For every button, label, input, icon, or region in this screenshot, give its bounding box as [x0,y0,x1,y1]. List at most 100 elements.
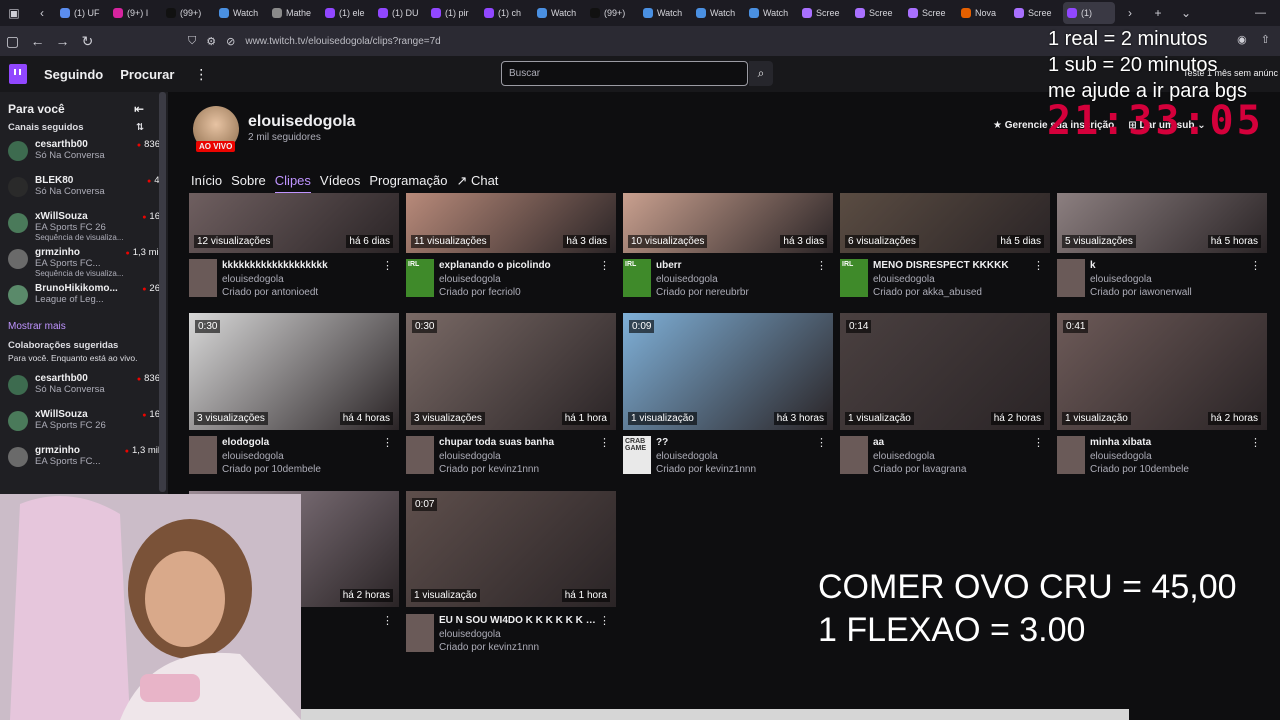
game-box-art[interactable]: IRL [406,259,434,297]
clip-meta: kkkkkkkkkkkkkkkkkkk ⋮ elouisedogola Criado … [189,256,399,302]
clip-views: 1 visualização [845,412,914,425]
clip-more-icon[interactable]: ⋮ [1033,436,1044,449]
clip-more-icon[interactable]: ⋮ [599,614,610,627]
clip-channel[interactable]: elouisedogola [439,629,501,640]
game-box-art[interactable] [1057,259,1085,297]
clip-thumbnail[interactable]: 0:14 1 visualização há 2 horas [840,313,1050,430]
clip-meta: elodogola ⋮ elouisedogola Criado por 10demb… [189,433,399,479]
clip-card[interactable]: 0:07 1 visualização há 1 hora EU N SOU WI4D… [406,491,616,657]
clip-channel[interactable]: elouisedogola [1090,274,1152,285]
clip-creator: Criado por lavagrana [873,464,967,475]
clip-thumbnail[interactable]: 10 visualizações há 3 dias [623,193,833,253]
clip-title[interactable]: minha xibata [1090,437,1250,448]
horizontal-scrollbar[interactable] [301,709,1129,720]
clip-more-icon[interactable]: ⋮ [1250,259,1261,272]
clip-thumbnail[interactable]: 0:30 3 visualizações há 1 hora [406,313,616,430]
clip-age: há 1 hora [561,589,610,602]
clip-views: 6 visualizações [845,235,919,248]
clip-creator: Criado por 10dembele [222,464,321,475]
game-box-art[interactable]: CRAB GAME [623,436,651,474]
clip-more-icon[interactable]: ⋮ [1250,436,1261,449]
clip-title[interactable]: uberr [656,260,816,271]
clip-meta: chupar toda suas banha ⋮ elouisedogola Cria… [406,433,616,479]
clip-age: há 5 dias [997,235,1044,248]
clip-more-icon[interactable]: ⋮ [816,259,827,272]
clip-creator: Criado por iawonerwall [1090,287,1192,298]
game-box-art[interactable] [1057,436,1085,474]
clip-meta: IRL MENÓ DISRESPECT KKKKK ⋮ elouisedogola Cr… [840,256,1050,302]
clip-channel[interactable]: elouisedogola [439,274,501,285]
clip-creator: Criado por kevinz1nnn [656,464,757,475]
clip-title[interactable]: aa [873,437,1033,448]
clip-thumbnail[interactable]: 11 visualizações há 3 dias [406,193,616,253]
clip-card[interactable]: 10 visualizações há 3 dias IRL uberr ⋮ elouis… [623,193,833,302]
clip-creator: Criado por kevinz1nnn [439,464,540,475]
game-name: CRAB GAME [625,438,646,452]
clip-title[interactable]: MENÓ DISRESPECT KKKKK [873,260,1033,271]
game-box-art[interactable]: IRL [623,259,651,297]
clip-views: 1 visualização [411,589,480,602]
clip-channel[interactable]: elouisedogola [656,451,718,462]
clip-card[interactable]: 0:09 1 visualização há 3 horas CRAB GAME?? ⋮… [623,313,833,479]
game-box-art[interactable] [406,614,434,652]
clip-more-icon[interactable]: ⋮ [382,614,393,627]
clip-age: há 3 dias [780,235,827,248]
clip-channel[interactable]: elouisedogola [656,274,718,285]
clip-more-icon[interactable]: ⋮ [382,259,393,272]
clip-more-icon[interactable]: ⋮ [816,436,827,449]
clip-creator: Criado por fecriol0 [439,287,521,298]
clip-more-icon[interactable]: ⋮ [1033,259,1044,272]
clip-channel[interactable]: elouisedogola [222,451,284,462]
clip-title[interactable]: explanando o picolindo [439,260,599,271]
clip-channel[interactable]: elouisedogola [873,451,935,462]
clip-duration: 0:30 [195,320,221,333]
clip-card[interactable]: 6 visualizações há 5 dias IRL MENÓ DISRESPE… [840,193,1050,302]
clip-duration: 0:14 [846,320,872,333]
clip-card[interactable]: 0:41 1 visualização há 2 horas minha xibata… [1057,313,1267,479]
clip-title[interactable]: EU N SOU WI4DO K K K K K K K ... [439,615,599,626]
game-box-art[interactable] [840,436,868,474]
clip-channel[interactable]: elouisedogola [1090,451,1152,462]
clip-thumbnail[interactable]: 0:41 1 visualização há 2 horas [1057,313,1267,430]
clip-card[interactable]: 0:30 3 visualizações há 4 horas elodogola ⋮ e… [189,313,399,479]
clip-thumbnail[interactable]: 0:09 1 visualização há 3 horas [623,313,833,430]
clip-views: 5 visualizações [1062,235,1136,248]
clip-thumbnail[interactable]: 5 visualizações há 5 horas [1057,193,1267,253]
clip-more-icon[interactable]: ⋮ [382,436,393,449]
clip-views: 11 visualizações [411,235,490,248]
clip-title[interactable]: k [1090,260,1250,271]
clip-card[interactable]: 5 visualizações há 5 horas k ⋮ elouisedogola… [1057,193,1267,302]
game-box-art[interactable] [406,436,434,474]
clip-age: há 6 dias [346,235,393,248]
rate-sub: 1 sub = 20 minutos [1048,54,1218,76]
clip-channel[interactable]: elouisedogola [439,451,501,462]
clip-card[interactable]: 0:14 1 visualização há 2 horas aa ⋮ elouisedo… [840,313,1050,479]
clip-meta: CRAB GAME?? ⋮ elouisedogola Criado por kevi… [623,433,833,479]
game-box-art[interactable] [189,259,217,297]
clip-age: há 2 horas [1207,412,1261,425]
clip-channel[interactable]: elouisedogola [873,274,935,285]
clip-meta: aa ⋮ elouisedogola Criado por lavagrana [840,433,1050,479]
clip-thumbnail[interactable]: 0:07 1 visualização há 1 hora [406,491,616,607]
webcam-overlay [0,494,301,720]
clip-more-icon[interactable]: ⋮ [599,259,610,272]
clip-title[interactable]: chupar toda suas banha [439,437,599,448]
clip-thumbnail[interactable]: 12 visualizações há 6 dias [189,193,399,253]
game-box-art[interactable]: IRL [840,259,868,297]
clip-thumbnail[interactable]: 6 visualizações há 5 dias [840,193,1050,253]
clip-thumbnail[interactable]: 0:30 3 visualizações há 4 horas [189,313,399,430]
clip-card[interactable]: 12 visualizações há 6 dias kkkkkkkkkkkkkkk… [189,193,399,302]
clip-title[interactable]: ?? [656,437,816,448]
clip-age: há 4 horas [339,412,393,425]
clip-meta: EU N SOU WI4DO K K K K K K K ... ⋮ elouise… [406,611,616,657]
game-box-art[interactable] [189,436,217,474]
clip-age: há 3 horas [773,412,827,425]
clip-duration: 0:09 [629,320,655,333]
clip-channel[interactable]: elouisedogola [222,274,284,285]
clip-title[interactable]: elodogola [222,437,382,448]
clip-title[interactable]: kkkkkkkkkkkkkkkkkkk [222,260,382,271]
clip-more-icon[interactable]: ⋮ [599,436,610,449]
clip-card[interactable]: 11 visualizações há 3 dias IRL explanando o… [406,193,616,302]
clip-views: 12 visualizações [194,235,274,248]
clip-card[interactable]: 0:30 3 visualizações há 1 hora chupar toda … [406,313,616,479]
